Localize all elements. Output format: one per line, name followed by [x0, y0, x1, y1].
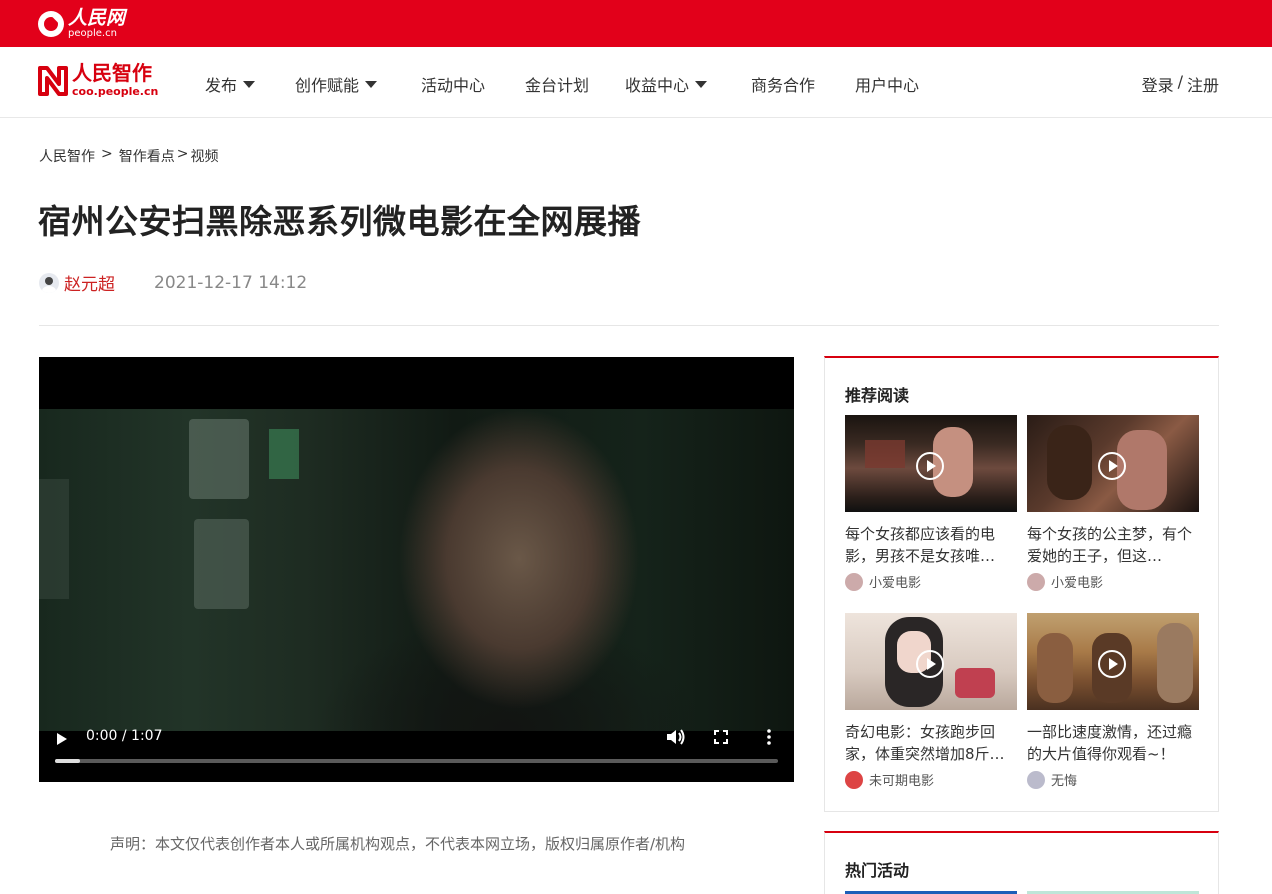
card-title[interactable]: 奇幻电影：女孩跑步回家，体重突然增加8斤…: [845, 721, 1017, 765]
hot-activities-title: 热门活动: [845, 861, 910, 880]
article-meta: 赵元超 2021-12-17 14:12: [39, 270, 307, 295]
login-link[interactable]: 登录: [1142, 72, 1174, 96]
nav-label: 商务合作: [751, 76, 816, 95]
video-time: 0:00 / 1:07: [86, 728, 163, 744]
recommend-card[interactable]: 每个女孩都应该看的电影，男孩不是女孩唯… 小爱电影: [845, 415, 1017, 591]
card-title[interactable]: 每个女孩的公主梦，有个爱她的王子，但这…: [1027, 523, 1199, 567]
video-frame[interactable]: [39, 409, 794, 731]
nav-item-creation[interactable]: 创作赋能: [295, 72, 378, 96]
recommend-panel: 推荐阅读 每个女孩都应该看的电影，男孩不是女孩唯… 小爱电影 每个女孩的公主梦，…: [824, 356, 1219, 812]
play-circle-icon[interactable]: [916, 650, 944, 678]
nav-item-publish[interactable]: 发布: [205, 72, 256, 96]
recommend-title: 推荐阅读: [845, 386, 910, 405]
author-avatar: [1027, 572, 1045, 591]
people-logo-en: people.cn: [68, 28, 117, 39]
video-progress-bar[interactable]: [55, 759, 778, 763]
nav-item-revenue[interactable]: 收益中心: [625, 72, 708, 96]
nav-label: 金台计划: [525, 76, 590, 95]
brand-mark-icon: [38, 64, 68, 96]
recommend-card[interactable]: 每个女孩的公主梦，有个爱她的王子，但这… 小爱电影: [1027, 415, 1199, 591]
caret-down-icon: [365, 80, 378, 88]
volume-icon[interactable]: [666, 728, 686, 746]
people-logo[interactable]: 人民网 people.cn: [38, 8, 125, 40]
video-progress-fill: [55, 759, 81, 763]
article-title: 宿州公安扫黑除恶系列微电影在全网展播: [38, 202, 641, 241]
video-thumbnail[interactable]: [845, 415, 1017, 512]
card-author-name[interactable]: 小爱电影: [869, 572, 921, 591]
video-player[interactable]: 0:00 / 1:07: [39, 357, 794, 782]
recommend-card[interactable]: 一部比速度激情，还过瘾的大片值得你观看~！ 无悔: [1027, 613, 1199, 789]
nav-item-business[interactable]: 商务合作: [751, 72, 815, 96]
hot-activities-panel: 热门活动: [824, 831, 1219, 894]
author-avatar: [1027, 770, 1045, 789]
people-logo-cn: 人民网: [68, 7, 126, 29]
card-author: 小爱电影: [1027, 572, 1199, 591]
card-author: 无悔: [1027, 770, 1199, 789]
auth-links: 登录 / 注册: [1142, 72, 1219, 96]
people-logo-icon: [38, 11, 64, 37]
author-avatar: [845, 572, 863, 591]
auth-separator: /: [1177, 72, 1183, 91]
nav-item-activities[interactable]: 活动中心: [421, 72, 485, 96]
publish-date: 2021-12-17 14:12: [154, 272, 308, 293]
nav-item-jintai[interactable]: 金台计划: [525, 72, 589, 96]
card-author: 未可期电影: [845, 770, 1017, 789]
card-author-name[interactable]: 未可期电影: [869, 770, 934, 789]
card-author-name[interactable]: 无悔: [1051, 770, 1077, 789]
breadcrumb-home[interactable]: 人民智作: [39, 146, 95, 166]
nav-label: 用户中心: [855, 76, 920, 95]
play-icon[interactable]: [57, 733, 67, 745]
recommend-card[interactable]: 奇幻电影：女孩跑步回家，体重突然增加8斤… 未可期电影: [845, 613, 1017, 789]
breadcrumb-separator: >: [101, 146, 113, 162]
nav-label: 创作赋能: [295, 76, 360, 95]
breadcrumb: 人民智作 > 智作看点 > 视频: [39, 146, 218, 166]
card-title[interactable]: 每个女孩都应该看的电影，男孩不是女孩唯…: [845, 523, 1017, 567]
nav-label: 活动中心: [421, 76, 486, 95]
play-circle-icon[interactable]: [1098, 650, 1126, 678]
more-options-icon[interactable]: [767, 729, 771, 745]
breadcrumb-current: 视频: [190, 149, 219, 165]
video-thumbnail[interactable]: [845, 613, 1017, 710]
play-circle-icon[interactable]: [1098, 452, 1126, 480]
video-controls: 0:00 / 1:07: [39, 722, 794, 782]
nav-label: 收益中心: [625, 76, 690, 95]
card-title[interactable]: 一部比速度激情，还过瘾的大片值得你观看~！: [1027, 721, 1199, 765]
breadcrumb-separator: >: [176, 146, 189, 162]
caret-down-icon: [695, 80, 708, 88]
video-thumbnail[interactable]: [1027, 415, 1199, 512]
top-bar: 人民网 people.cn: [0, 0, 1272, 47]
register-link[interactable]: 注册: [1187, 72, 1219, 96]
author-avatar: [845, 770, 863, 789]
video-thumbnail[interactable]: [1027, 613, 1199, 710]
play-circle-icon[interactable]: [916, 452, 944, 480]
author-name[interactable]: 赵元超: [64, 270, 115, 295]
card-author: 小爱电影: [845, 572, 1017, 591]
brand-logo[interactable]: 人民智作 coo.people.cn: [38, 63, 158, 97]
fullscreen-icon[interactable]: [714, 730, 728, 744]
disclaimer: 声明：本文仅代表创作者本人或所属机构观点，不代表本网立场，版权归属原作者/机构: [110, 835, 686, 853]
nav-item-user-center[interactable]: 用户中心: [855, 72, 919, 96]
brand-name: 人民智作: [72, 61, 152, 85]
card-author-name[interactable]: 小爱电影: [1051, 572, 1103, 591]
main-nav: 人民智作 coo.people.cn 发布 创作赋能 活动中心 金台计划 收益中…: [0, 47, 1272, 118]
caret-down-icon: [243, 80, 256, 88]
brand-domain: coo.people.cn: [72, 85, 159, 98]
nav-label: 发布: [205, 76, 238, 95]
divider: [39, 325, 1219, 326]
author-avatar[interactable]: [39, 272, 59, 293]
breadcrumb-section[interactable]: 智作看点: [119, 146, 175, 166]
